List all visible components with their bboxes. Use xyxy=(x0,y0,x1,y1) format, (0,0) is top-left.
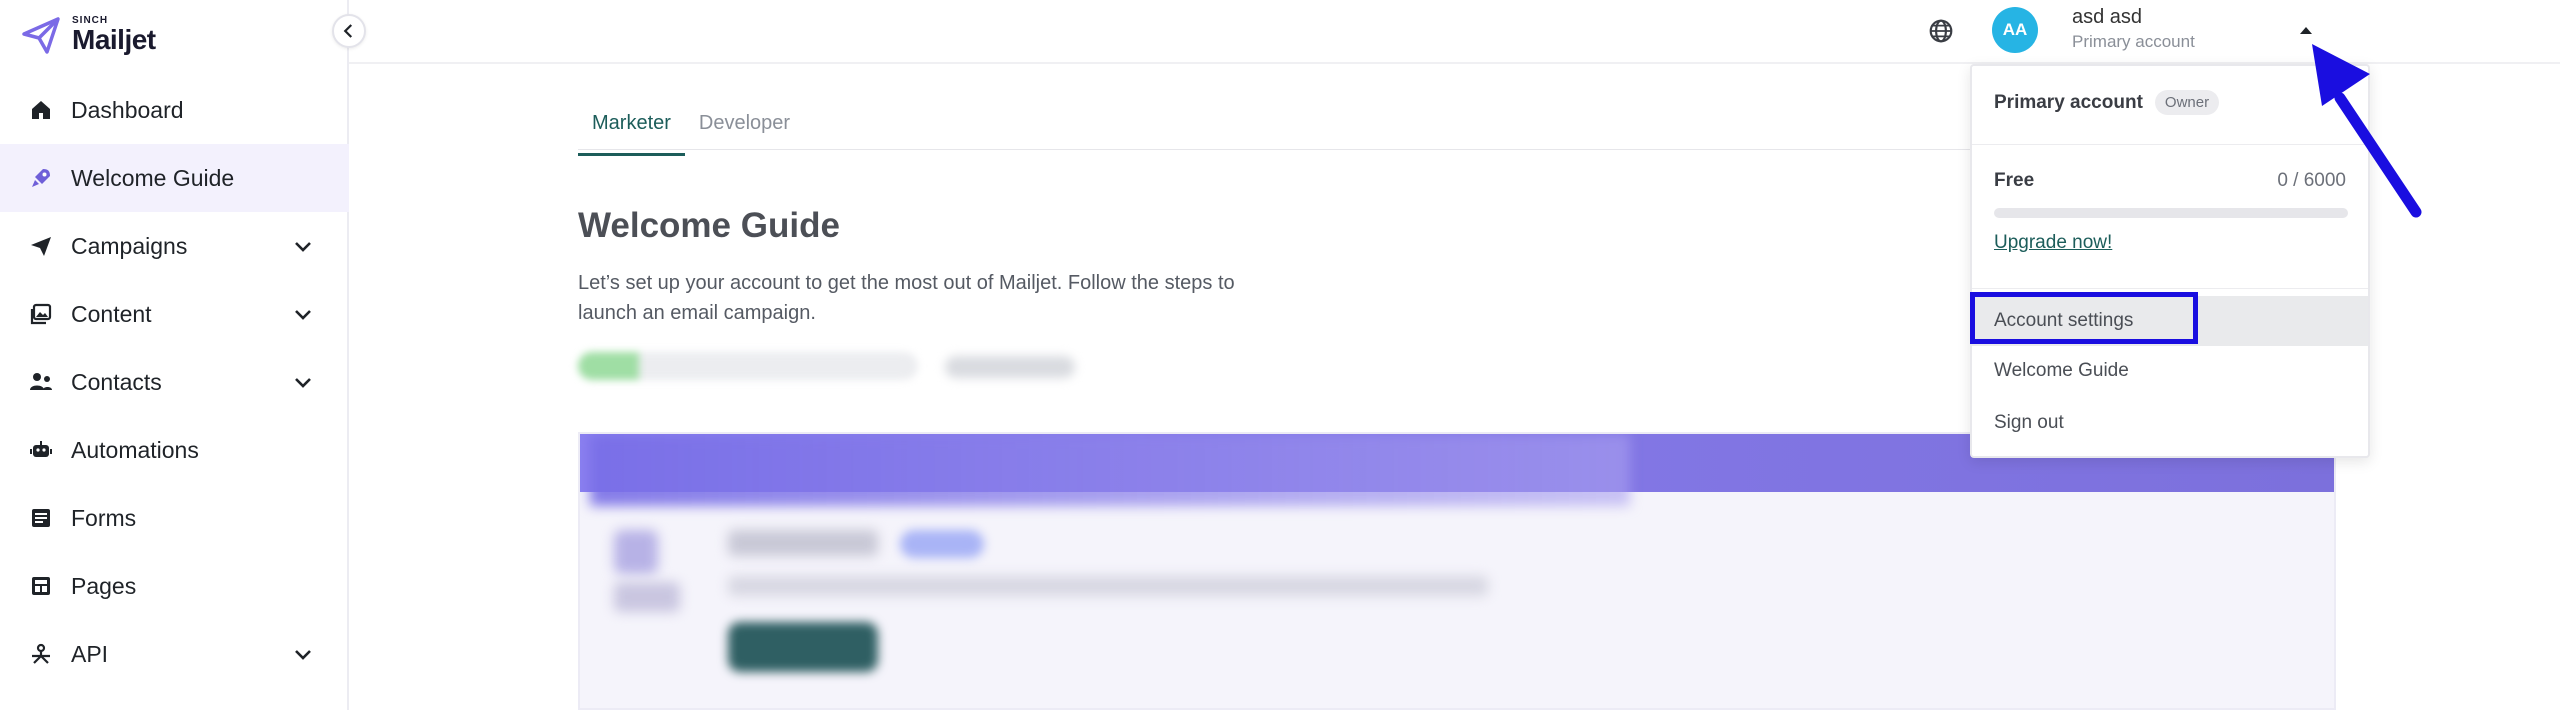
annotation-highlight-box xyxy=(1970,292,2198,344)
user-account-type: Primary account xyxy=(2072,32,2195,51)
sidebar-item-content[interactable]: Content xyxy=(0,280,349,348)
sidebar-item-label: Content xyxy=(71,300,152,327)
blurred-cta-button xyxy=(728,622,878,672)
api-icon xyxy=(28,641,54,667)
paper-plane-icon xyxy=(28,233,54,259)
menu-item-welcome-guide[interactable]: Welcome Guide xyxy=(1972,346,2368,396)
chevron-down-icon[interactable] xyxy=(291,302,315,326)
home-icon xyxy=(28,97,54,123)
language-globe-button[interactable] xyxy=(1922,12,1960,50)
chevron-down-icon[interactable] xyxy=(291,234,315,258)
sidebar-item-automations[interactable]: Automations xyxy=(0,416,349,484)
sidebar-item-label: Dashboard xyxy=(71,96,184,123)
sidebar-item-campaigns[interactable]: Campaigns xyxy=(0,212,349,280)
robot-icon xyxy=(28,437,54,463)
sidebar-item-label: API xyxy=(71,640,109,667)
app-window: SINCH Mailjet Dashboard Welcome Guide Ca… xyxy=(0,0,2560,710)
sidebar-item-label: Automations xyxy=(71,436,199,463)
sidebar-item-dashboard[interactable]: Dashboard xyxy=(0,76,349,144)
annotation-arrow-icon xyxy=(2312,44,2422,218)
blurred-icon xyxy=(614,582,680,612)
mailjet-logo[interactable]: SINCH Mailjet xyxy=(20,14,156,56)
globe-icon xyxy=(1929,19,1953,43)
tab-marketer[interactable]: Marketer xyxy=(578,96,685,156)
sidebar-item-label: Pages xyxy=(71,572,137,599)
tab-developer[interactable]: Developer xyxy=(685,96,804,156)
logo-main-text: Mailjet xyxy=(72,24,156,55)
blurred-step-title xyxy=(728,530,878,556)
sidebar-item-label: Forms xyxy=(71,504,137,531)
top-bar xyxy=(349,0,2560,64)
menu-item-sign-out[interactable]: Sign out xyxy=(1972,398,2368,448)
sidebar-item-forms[interactable]: Forms xyxy=(0,484,349,552)
rocket-icon xyxy=(28,165,54,191)
chevron-down-icon[interactable] xyxy=(291,642,315,666)
plan-name: Free xyxy=(1994,170,2035,191)
divider xyxy=(1972,288,2368,289)
images-icon xyxy=(28,301,54,327)
chevron-left-icon xyxy=(343,24,353,38)
collapse-sidebar-button[interactable] xyxy=(332,14,366,48)
page-title: Welcome Guide xyxy=(578,206,840,245)
sidebar-item-contacts[interactable]: Contacts xyxy=(0,348,349,416)
owner-badge: Owner xyxy=(2154,90,2220,115)
avatar[interactable]: AA xyxy=(1992,7,2038,53)
page-description: Let’s set up your account to get the mos… xyxy=(578,272,1235,324)
sidebar-item-welcome-guide[interactable]: Welcome Guide xyxy=(0,144,349,212)
guide-tabs: Marketer Developer xyxy=(578,96,804,156)
pages-icon xyxy=(28,573,54,599)
blurred-badge xyxy=(900,530,984,558)
sidebar: SINCH Mailjet Dashboard Welcome Guide Ca… xyxy=(0,0,349,710)
chevron-down-icon[interactable] xyxy=(291,370,315,394)
sidebar-nav: Dashboard Welcome Guide Campaigns Conten… xyxy=(0,76,349,688)
blurred-progress-bar xyxy=(578,352,918,380)
blurred-icon xyxy=(614,530,658,574)
account-label: Primary account xyxy=(1994,91,2143,113)
form-icon xyxy=(28,505,54,531)
sidebar-item-label: Campaigns xyxy=(71,232,188,259)
blurred-header-overlay xyxy=(590,434,1630,506)
blurred-progress-label xyxy=(945,356,1075,378)
paper-plane-logo-icon xyxy=(22,17,60,54)
user-name[interactable]: asd asd xyxy=(2072,6,2142,29)
usage-progress-bar xyxy=(1994,208,2348,218)
blurred-step-text xyxy=(728,576,1488,596)
sidebar-item-api[interactable]: API xyxy=(0,620,349,688)
sidebar-item-label: Contacts xyxy=(71,368,162,395)
sidebar-item-label: Welcome Guide xyxy=(71,164,235,191)
contacts-icon xyxy=(28,369,54,395)
upgrade-link[interactable]: Upgrade now! xyxy=(1994,232,2112,254)
sidebar-item-pages[interactable]: Pages xyxy=(0,552,349,620)
blurred-guide-card xyxy=(578,432,2336,710)
